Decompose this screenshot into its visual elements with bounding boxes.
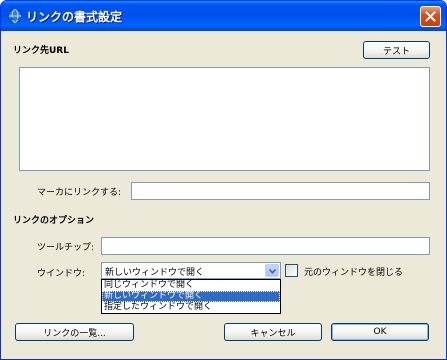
app-globe-icon bbox=[7, 8, 23, 24]
window-option-same[interactable]: 同じウィンドウで開く bbox=[102, 280, 280, 291]
close-icon bbox=[425, 11, 436, 22]
anchor-label: マーカにリンクする: bbox=[37, 188, 122, 198]
link-url-input[interactable] bbox=[19, 67, 430, 171]
anchor-input[interactable] bbox=[131, 182, 430, 200]
tooltip-label: ツールチップ: bbox=[37, 243, 95, 253]
title-bar[interactable]: リンクの書式設定 bbox=[1, 1, 446, 31]
window-dropdown-list: 同じウィンドウで開く 新しいウィンドウで開く 指定したウィンドウで開く bbox=[101, 279, 281, 314]
window-select-value: 新しいウィンドウで開く bbox=[105, 268, 205, 278]
cancel-button[interactable]: キャンセル bbox=[224, 323, 322, 341]
link-list-button[interactable]: リンクの一覧... bbox=[15, 323, 134, 341]
link-url-section-label: リンク先URL bbox=[13, 46, 69, 56]
link-format-dialog: リンクの書式設定 リンク先URL テスト マーカにリンクする: リンクのオプショ… bbox=[0, 0, 447, 360]
window-option-named[interactable]: 指定したウィンドウで開く bbox=[102, 302, 280, 313]
ok-button[interactable]: OK bbox=[331, 323, 429, 341]
window-option-new[interactable]: 新しいウィンドウで開く bbox=[102, 291, 280, 302]
window-label: ウインドウ: bbox=[37, 269, 86, 279]
tooltip-input[interactable] bbox=[101, 237, 430, 255]
close-original-label[interactable]: 元のウィンドウを閉じる bbox=[304, 265, 403, 278]
window-title: リンクの書式設定 bbox=[26, 10, 123, 24]
test-button[interactable]: テスト bbox=[363, 41, 430, 59]
close-original-checkbox[interactable] bbox=[285, 264, 298, 277]
window-select[interactable]: 新しいウィンドウで開く bbox=[101, 262, 281, 279]
chevron-down-icon[interactable] bbox=[265, 264, 279, 277]
close-button[interactable] bbox=[420, 6, 441, 27]
link-options-section-label: リンクのオプション bbox=[13, 216, 95, 226]
